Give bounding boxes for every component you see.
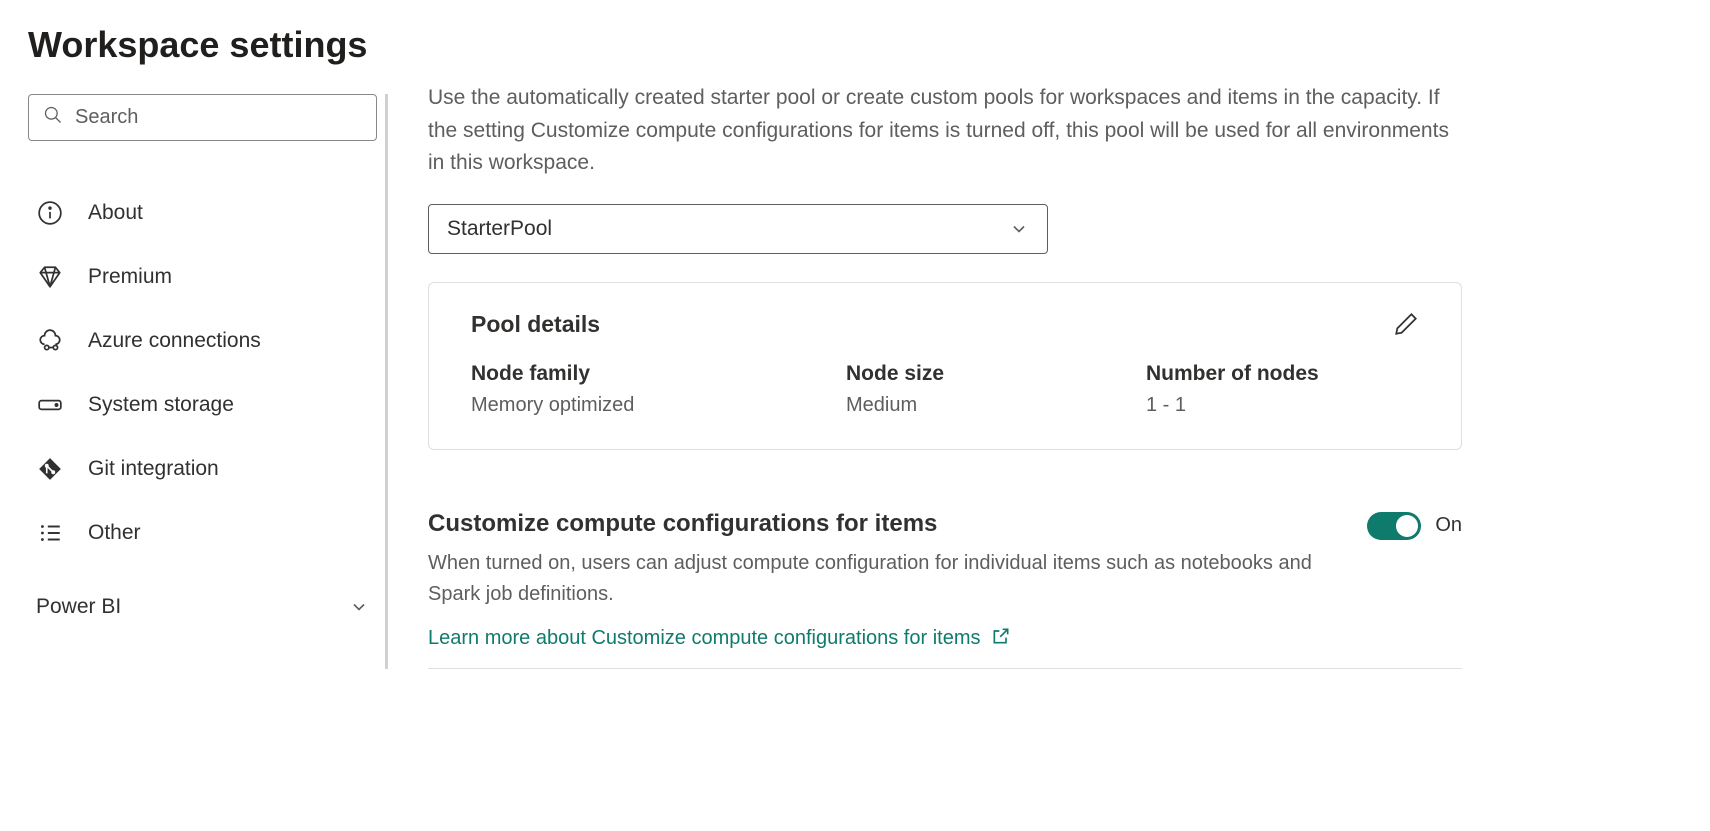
info-icon: [36, 199, 64, 227]
sidebar-item-premium[interactable]: Premium: [28, 245, 377, 309]
sidebar-section-label: Power BI: [36, 595, 121, 619]
sidebar-item-about[interactable]: About: [28, 181, 377, 245]
edit-pool-button[interactable]: [1393, 311, 1419, 337]
search-icon: [43, 105, 75, 130]
pencil-icon: [1393, 324, 1419, 341]
sidebar-section-powerbi[interactable]: Power BI: [28, 565, 377, 629]
sidebar-item-system-storage[interactable]: System storage: [28, 373, 377, 437]
node-family-label: Node family: [471, 362, 846, 386]
external-link-icon: [991, 626, 1011, 652]
main-content: Use the automatically created starter po…: [388, 94, 1682, 669]
customize-compute-setting: Customize compute configurations for ite…: [428, 510, 1462, 669]
node-size-value: Medium: [846, 394, 1146, 417]
customize-compute-title: Customize compute configurations for ite…: [428, 510, 1327, 538]
node-family-value: Memory optimized: [471, 394, 846, 417]
search-box[interactable]: [28, 94, 377, 141]
learn-more-link[interactable]: Learn more about Customize compute confi…: [428, 626, 1011, 652]
sidebar-item-label: System storage: [88, 393, 234, 417]
num-nodes-label: Number of nodes: [1146, 362, 1319, 386]
customize-compute-description: When turned on, users can adjust compute…: [428, 548, 1327, 610]
sidebar-item-label: Git integration: [88, 457, 219, 481]
pool-dropdown-value: StarterPool: [447, 217, 552, 241]
storage-icon: [36, 391, 64, 419]
chevron-down-icon: [1009, 219, 1029, 239]
sidebar-item-label: Other: [88, 521, 141, 545]
diamond-icon: [36, 263, 64, 291]
customize-compute-toggle[interactable]: [1367, 512, 1421, 540]
toggle-state-label: On: [1435, 514, 1462, 537]
sidebar-item-azure-connections[interactable]: Azure connections: [28, 309, 377, 373]
learn-more-text: Learn more about Customize compute confi…: [428, 627, 981, 650]
toggle-knob: [1396, 515, 1418, 537]
sidebar-item-label: About: [88, 201, 143, 225]
search-input[interactable]: [75, 106, 362, 129]
cloud-link-icon: [36, 327, 64, 355]
git-icon: [36, 455, 64, 483]
pool-details-title: Pool details: [471, 311, 600, 338]
node-size-label: Node size: [846, 362, 1146, 386]
page-title: Workspace settings: [28, 24, 1682, 66]
pool-details-card: Pool details Node family Memory optimize…: [428, 282, 1462, 450]
list-icon: [36, 519, 64, 547]
pool-intro-text: Use the automatically created starter po…: [428, 82, 1462, 180]
pool-dropdown[interactable]: StarterPool: [428, 204, 1048, 254]
sidebar-item-label: Premium: [88, 265, 172, 289]
chevron-down-icon: [349, 597, 369, 617]
num-nodes-value: 1 - 1: [1146, 394, 1319, 417]
sidebar: About Premium: [28, 94, 388, 669]
sidebar-item-label: Azure connections: [88, 329, 261, 353]
sidebar-item-other[interactable]: Other: [28, 501, 377, 565]
sidebar-item-git-integration[interactable]: Git integration: [28, 437, 377, 501]
